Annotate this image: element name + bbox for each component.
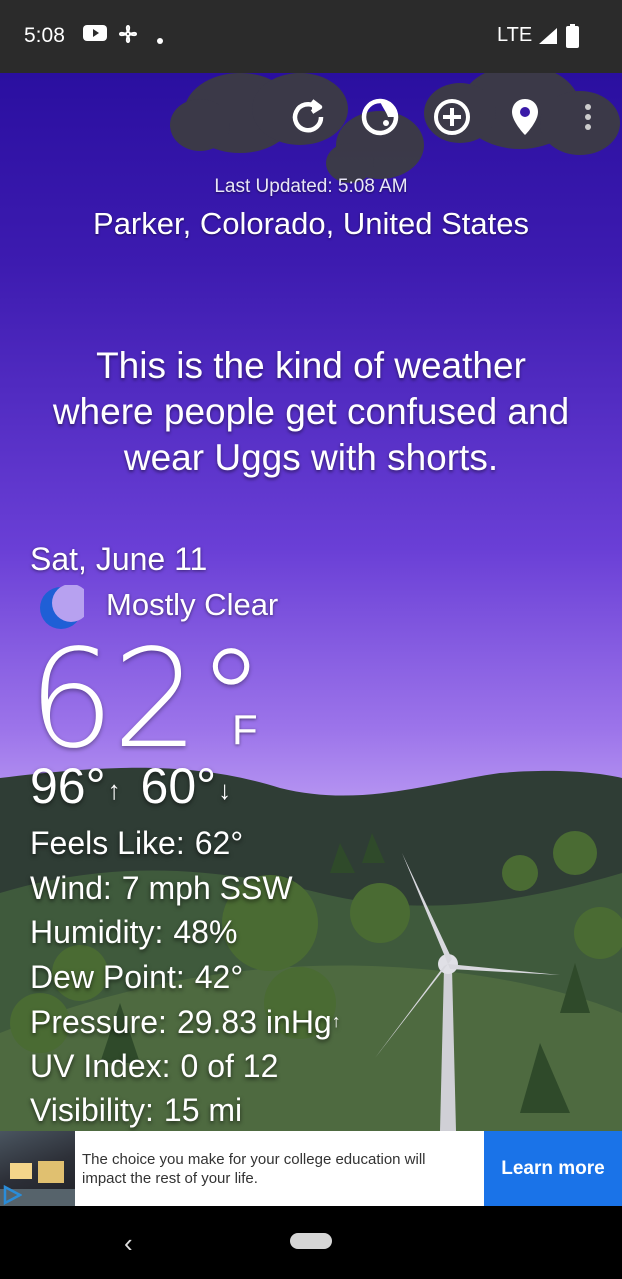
theme-icon[interactable] — [358, 95, 402, 139]
signal-icon — [538, 27, 558, 50]
add-location-icon[interactable] — [430, 95, 474, 139]
last-updated: Last Updated: 5:08 AM — [214, 176, 408, 197]
weather-condition: Mostly Clear — [106, 587, 279, 622]
detail-row: Dew Point: 42° — [30, 955, 341, 1000]
detail-label: Feels Like: — [30, 825, 185, 861]
refresh-icon[interactable] — [286, 95, 330, 139]
detail-label: Visibility: — [30, 1092, 154, 1128]
dew-point-value: 42° — [194, 958, 244, 995]
quote-line: where people get confused and — [52, 391, 570, 432]
status-bar: 5:08 LTE — [0, 0, 622, 73]
ad-text[interactable]: The choice you make for your college edu… — [82, 1150, 462, 1188]
dot-icon — [156, 32, 164, 50]
low-temp: 60° — [140, 758, 217, 814]
pinwheel-icon — [116, 22, 140, 51]
detail-row: UV Index: 0 of 12 — [30, 1044, 341, 1089]
pressure-trend-icon: ↑ — [331, 1011, 341, 1031]
back-icon[interactable]: ‹ — [124, 1228, 133, 1259]
ad-banner[interactable]: The choice you make for your college edu… — [0, 1131, 622, 1206]
up-arrow-icon: ↑ — [107, 775, 121, 805]
detail-row: Humidity: 48% — [30, 910, 341, 955]
visibility-value: 15 mi — [163, 1092, 243, 1128]
high-low: 96°↑ 60°↓ — [30, 757, 237, 815]
home-pill[interactable] — [290, 1233, 332, 1249]
battery-icon — [566, 24, 579, 53]
detail-label: Pressure: — [30, 1004, 167, 1040]
uv-value: 0 of 12 — [180, 1047, 279, 1084]
detail-row: Pressure: 29.83 inHg↑ — [30, 999, 341, 1044]
network-type: LTE — [497, 24, 533, 46]
forecast-date: Sat, June 11 — [30, 541, 208, 577]
wind-value: 7 mph SSW — [121, 869, 293, 906]
weather-details: Feels Like: 62° Wind: 7 mph SSW Humidity: 4… — [30, 821, 341, 1131]
detail-label: Wind: — [30, 869, 112, 906]
humidity-value: 48% — [173, 914, 238, 950]
high-temp: 96° — [30, 758, 106, 814]
detail-row: Feels Like: 62° — [30, 821, 341, 866]
detail-label: Humidity: — [30, 914, 164, 950]
detail-label: Dew Point: — [30, 958, 185, 995]
more-options-icon[interactable] — [566, 95, 610, 139]
navigation-bar: ‹ — [0, 1206, 622, 1279]
location-pin-icon[interactable] — [503, 95, 547, 139]
detail-row: Wind: 7 mph SSW — [30, 866, 341, 911]
youtube-icon — [82, 22, 108, 49]
detail-row: Visibility: 15 mi — [30, 1088, 341, 1131]
quote-line: wear Uggs with shorts. — [123, 437, 499, 478]
detail-label: UV Index: — [30, 1047, 171, 1084]
location-name[interactable]: Parker, Colorado, United States — [0, 206, 622, 242]
learn-more-button[interactable]: Learn more — [484, 1131, 622, 1206]
temperature-unit: F — [232, 706, 258, 753]
weather-quote: This is the kind of weather where people… — [20, 343, 602, 481]
quote-line: This is the kind of weather — [96, 345, 526, 386]
pressure-value: 29.83 inHg — [176, 1004, 332, 1040]
current-temperature: 62° — [28, 621, 265, 779]
status-time: 5:08 — [24, 24, 65, 47]
feels-like-value: 62° — [194, 825, 244, 861]
weather-scene: Last Updated: 5:08 AM Parker, Colorado, … — [0, 73, 622, 1131]
down-arrow-icon: ↓ — [218, 775, 232, 805]
